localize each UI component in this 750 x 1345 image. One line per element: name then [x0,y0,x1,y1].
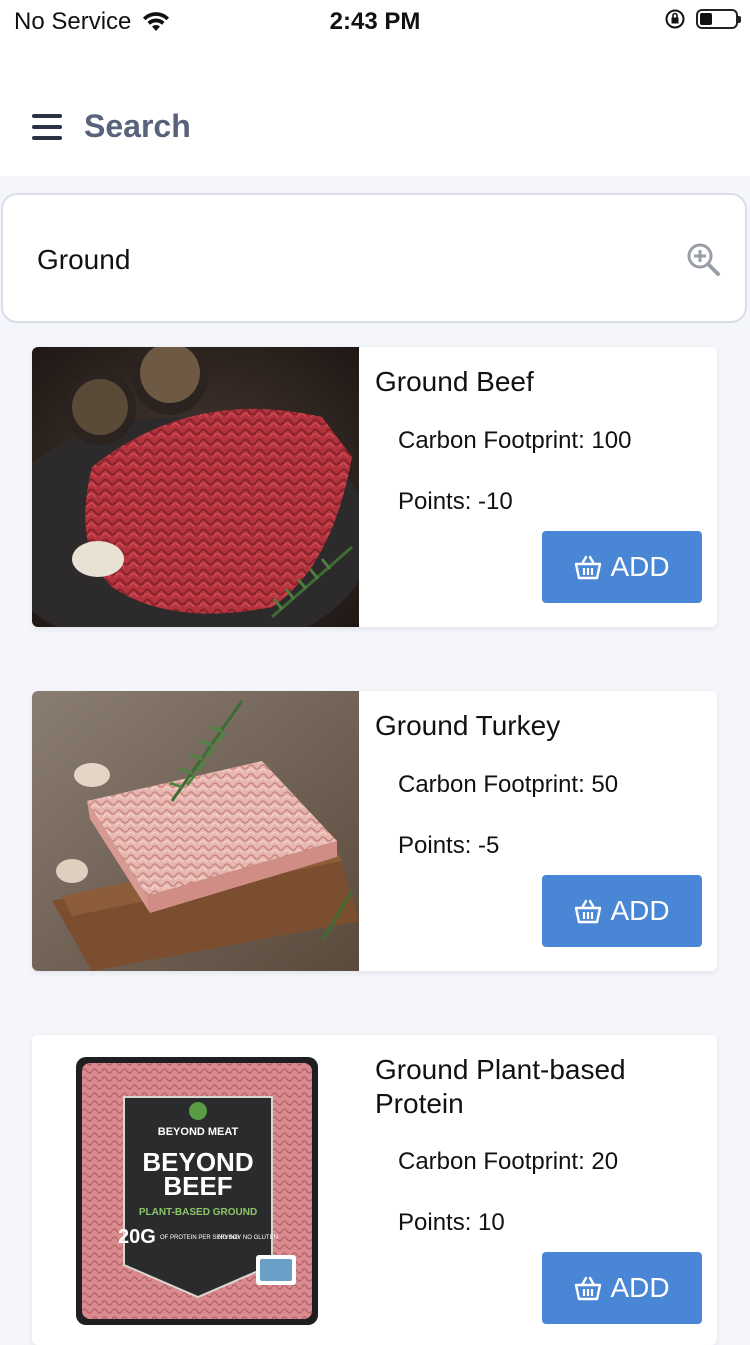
add-label: ADD [610,551,670,582]
points: Points: 10 [398,1209,505,1236]
battery-icon [696,9,741,29]
search-input[interactable] [35,239,639,281]
add-label: ADD [610,1272,670,1303]
points: Points: -10 [398,488,513,515]
status-time: 2:43 PM [329,8,421,35]
carbon-footprint: Carbon Footprint: 100 [398,427,632,454]
product-card: Ground Beef Carbon Footprint: 100 Points… [32,347,717,627]
product-name: Ground Plant-based Protein [375,1054,626,1119]
basket-icon [575,899,602,924]
package-subtitle: PLANT-BASED GROUND [139,1207,257,1218]
package-brand: BEYOND MEAT [158,1126,239,1138]
product-name: Ground Beef [375,366,534,397]
ground-turkey-image [32,691,359,971]
product-card: BEYOND MEAT BEYOND BEEF PLANT-BASED GROU… [32,1035,717,1345]
basket-icon [575,555,602,580]
package-line2: BEEF [163,1171,232,1201]
points: Points: -5 [398,832,500,859]
add-button[interactable]: ADD [542,875,702,947]
add-button[interactable]: ADD [542,531,702,603]
beyond-beef-image: BEYOND MEAT BEYOND BEEF PLANT-BASED GROU… [32,1035,359,1345]
add-label: ADD [610,895,670,926]
battery-level [700,13,712,25]
product-name: Ground Turkey [375,710,561,741]
status-right [664,8,741,30]
package-claims: NO SOY NO GLUTEN [218,1235,278,1241]
status-bar: No Service 2:43 PM [0,0,750,44]
carbon-footprint: Carbon Footprint: 20 [398,1148,619,1175]
product-card: Ground Turkey Carbon Footprint: 50 Point… [32,691,717,971]
package-protein: 20G [118,1226,156,1248]
header: Search [0,44,750,176]
search-box [1,193,747,323]
ground-beef-image [32,347,359,627]
basket-icon [575,1276,602,1301]
zoom-in-icon[interactable] [685,241,721,277]
page-title: Search [84,108,191,144]
add-button[interactable]: ADD [542,1252,702,1324]
rotation-lock-icon [665,9,685,29]
hamburger-icon[interactable] [32,114,62,140]
carbon-footprint: Carbon Footprint: 50 [398,771,619,798]
